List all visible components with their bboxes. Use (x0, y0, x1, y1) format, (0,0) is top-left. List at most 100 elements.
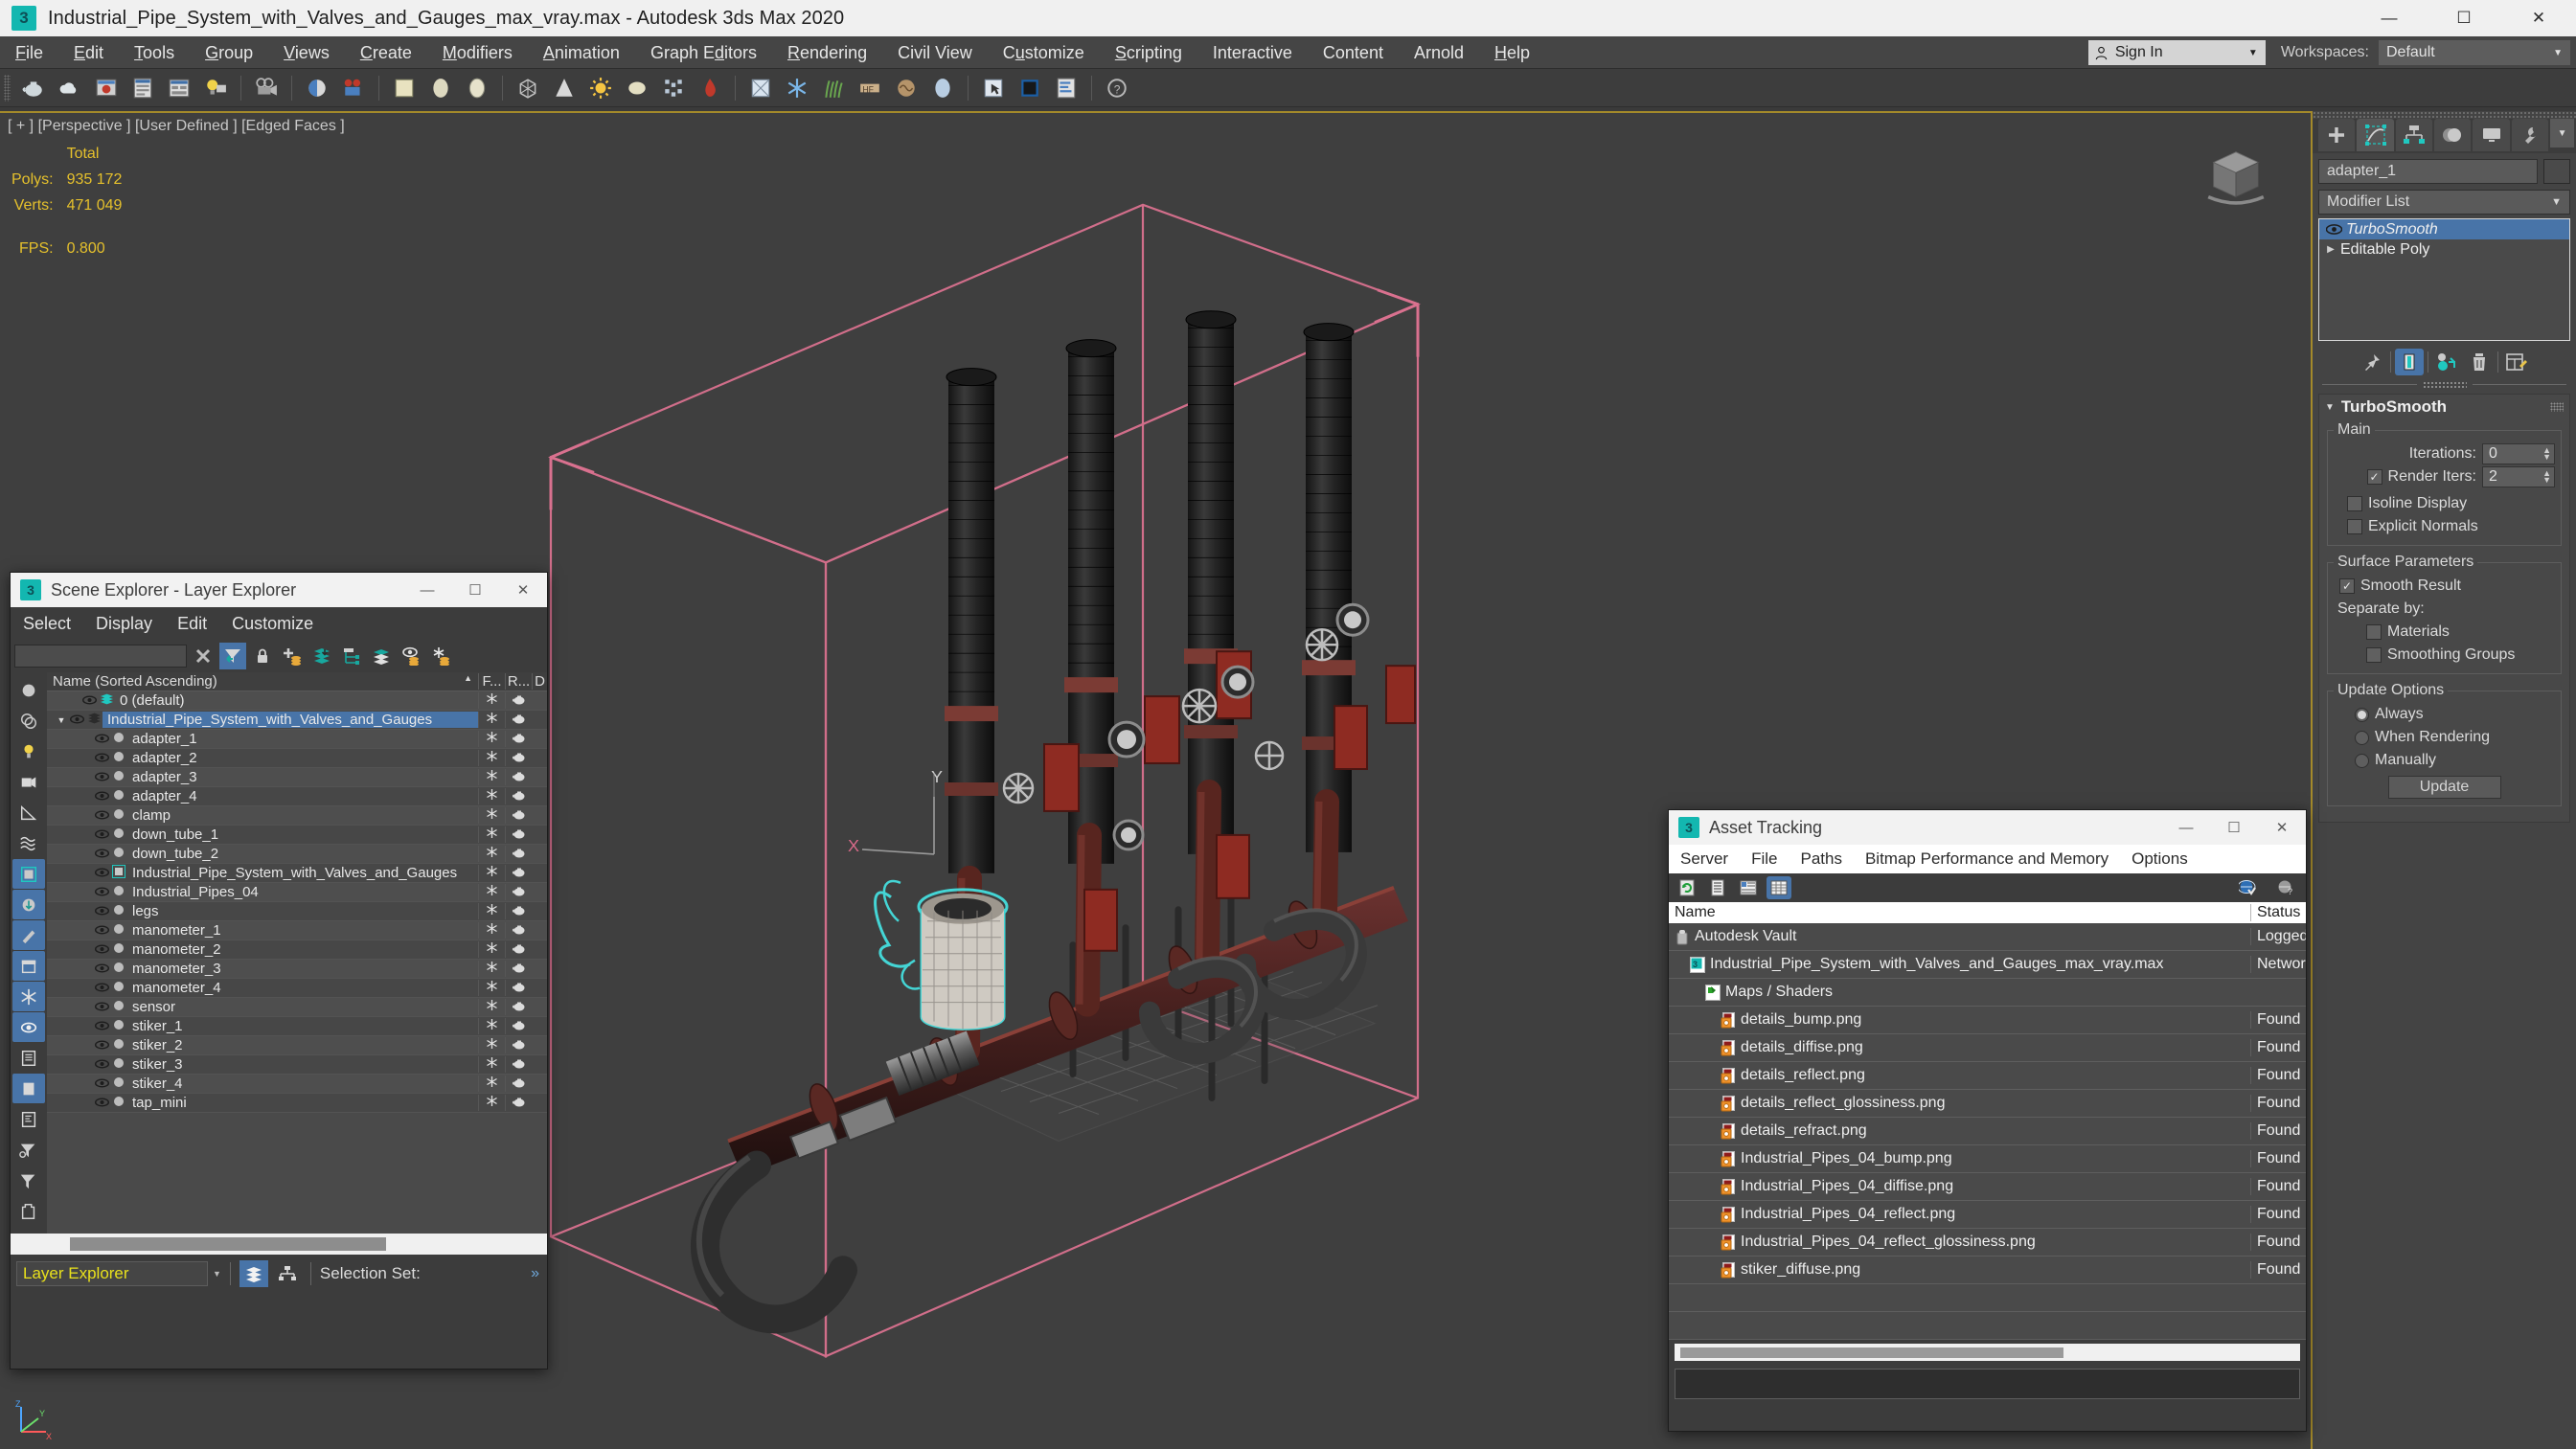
hierarchy-tab[interactable] (2395, 119, 2433, 151)
asset-row[interactable]: Industrial_Pipes_04_diffise.png Found (1669, 1173, 2306, 1201)
asset-row[interactable]: details_bump.png Found (1669, 1007, 2306, 1034)
list-view-icon[interactable] (1705, 876, 1730, 899)
menu-views[interactable]: Views (268, 36, 345, 69)
se-menu-select[interactable]: Select (11, 614, 83, 634)
pin-stack-icon[interactable] (2358, 349, 2386, 375)
freeze-column-icon[interactable] (478, 865, 505, 881)
column-frozen[interactable]: F... (478, 673, 505, 690)
scene-tree-row[interactable]: sensor (47, 998, 547, 1017)
visibility-eye-icon[interactable] (93, 1056, 110, 1073)
scene-tree-row[interactable]: legs (47, 902, 547, 921)
sphere-icon[interactable] (461, 73, 493, 103)
update-manually-radio[interactable] (2355, 753, 2369, 768)
maximize-button[interactable]: ☐ (2427, 0, 2501, 36)
camera-icon[interactable] (250, 73, 283, 103)
scene-tree-row[interactable]: manometer_2 (47, 940, 547, 960)
update-when-rendering-radio[interactable] (2355, 730, 2369, 745)
object-dot-icon[interactable] (110, 750, 127, 766)
refresh-icon[interactable] (1675, 876, 1699, 899)
visibility-eye-icon[interactable] (93, 941, 110, 958)
smooth-result-checkbox[interactable]: ✓ (2339, 578, 2355, 594)
visibility-eye-icon[interactable] (93, 980, 110, 996)
hair-icon[interactable]: HF (854, 73, 886, 103)
bone-filter-icon[interactable] (12, 890, 45, 919)
groups-filter-icon[interactable] (12, 1043, 45, 1073)
lattice-icon[interactable] (512, 73, 544, 103)
asset-row[interactable]: 3 Industrial_Pipe_System_with_Valves_and_… (1669, 951, 2306, 979)
render-column-icon[interactable] (505, 865, 532, 881)
column-status[interactable]: Status (2250, 904, 2306, 921)
freeze-column-icon[interactable] (478, 941, 505, 958)
scene-tree-row[interactable]: 0 (default) (47, 691, 547, 711)
freeze-column-icon[interactable] (478, 1018, 505, 1034)
sign-in-button[interactable]: Sign In ▼ (2087, 40, 2266, 65)
fur-icon[interactable] (817, 73, 850, 103)
create-tab[interactable] (2318, 119, 2356, 151)
object-dot-icon[interactable] (110, 941, 127, 958)
scene-tree-row[interactable]: down_tube_2 (47, 845, 547, 864)
layers-icon[interactable] (368, 643, 395, 669)
scrollbar-thumb[interactable] (70, 1237, 386, 1251)
render-column-icon[interactable] (505, 788, 532, 804)
menu-modifiers[interactable]: Modifiers (427, 36, 528, 69)
search-input[interactable] (14, 645, 187, 668)
shapes-filter-icon[interactable] (12, 706, 45, 736)
render-column-icon[interactable] (505, 1095, 532, 1111)
freeze-column-icon[interactable] (478, 788, 505, 804)
visibility-eye-icon[interactable] (93, 1095, 110, 1111)
asset-row[interactable] (1669, 1312, 2306, 1340)
scene-tree-row[interactable]: adapter_3 (47, 768, 547, 787)
column-name[interactable]: Name (Sorted Ascending) ▲ (47, 673, 478, 690)
add-layer-icon[interactable] (279, 643, 306, 669)
render-column-icon[interactable] (505, 712, 532, 728)
at-menu-file[interactable]: File (1740, 849, 1789, 869)
menu-civil-view[interactable]: Civil View (882, 36, 988, 69)
iterations-stepper[interactable]: 0 ▲ ▼ (2482, 443, 2555, 464)
noise-icon[interactable] (657, 73, 690, 103)
add-selection-to-layer-icon[interactable] (308, 643, 335, 669)
visibility-eye-icon[interactable] (93, 731, 110, 747)
modifier-stack-item-editablepoly[interactable]: ▶ Editable Poly (2319, 239, 2569, 260)
select-object-icon[interactable] (977, 73, 1010, 103)
visibility-eye-icon[interactable] (93, 807, 110, 824)
freeze-column-icon[interactable] (478, 1095, 505, 1111)
render-frame-window-icon[interactable] (90, 73, 123, 103)
smoothing-groups-checkbox[interactable] (2366, 647, 2382, 663)
environment-icon[interactable] (424, 73, 457, 103)
object-name-field[interactable]: adapter_1 (2318, 159, 2538, 184)
particle-filter-icon[interactable] (12, 920, 45, 950)
se-menu-customize[interactable]: Customize (219, 614, 326, 634)
isoline-display-checkbox[interactable] (2347, 496, 2362, 511)
scene-tree-row[interactable]: down_tube_1 (47, 826, 547, 845)
rollup-header[interactable]: ▼ TurboSmooth (2319, 395, 2569, 419)
menu-animation[interactable]: Animation (528, 36, 635, 69)
minimize-button[interactable]: — (2162, 810, 2210, 845)
slate-material-icon[interactable] (388, 73, 421, 103)
menu-graph-editors[interactable]: Graph Editors (635, 36, 772, 69)
asset-row[interactable] (1669, 1284, 2306, 1312)
object-dot-icon[interactable] (110, 769, 127, 785)
freeze-column-icon[interactable] (478, 826, 505, 843)
ellipse-icon[interactable] (621, 73, 653, 103)
scene-explorer-hscrollbar[interactable] (11, 1234, 547, 1255)
freeze-column-icon[interactable] (478, 1056, 505, 1073)
object-dot-icon[interactable] (110, 884, 127, 900)
container-filter-icon[interactable] (12, 951, 45, 981)
vray-frame-buffer-icon[interactable] (1014, 73, 1046, 103)
displacement-icon[interactable] (890, 73, 923, 103)
scene-explorer-mode-icon[interactable] (273, 1260, 302, 1287)
expand-toggle-icon[interactable]: ▼ (55, 715, 68, 725)
render-column-icon[interactable] (505, 692, 532, 709)
ice-icon[interactable] (781, 73, 813, 103)
visibility-eye-icon[interactable] (93, 922, 110, 939)
render-iters-checkbox[interactable]: ✓ (2366, 469, 2382, 485)
visibility-eye-icon[interactable] (93, 769, 110, 785)
render-column-icon[interactable] (505, 1018, 532, 1034)
layer-icon[interactable] (98, 692, 115, 709)
object-dot-icon[interactable] (110, 903, 127, 919)
cameras-filter-icon[interactable] (12, 767, 45, 797)
chevron-right-icon[interactable]: ▶ (2321, 244, 2340, 255)
menu-customize[interactable]: Customize (988, 36, 1100, 69)
modifier-list-dropdown[interactable]: Modifier List ▼ (2318, 190, 2570, 215)
xref-object-icon[interactable] (110, 864, 127, 882)
